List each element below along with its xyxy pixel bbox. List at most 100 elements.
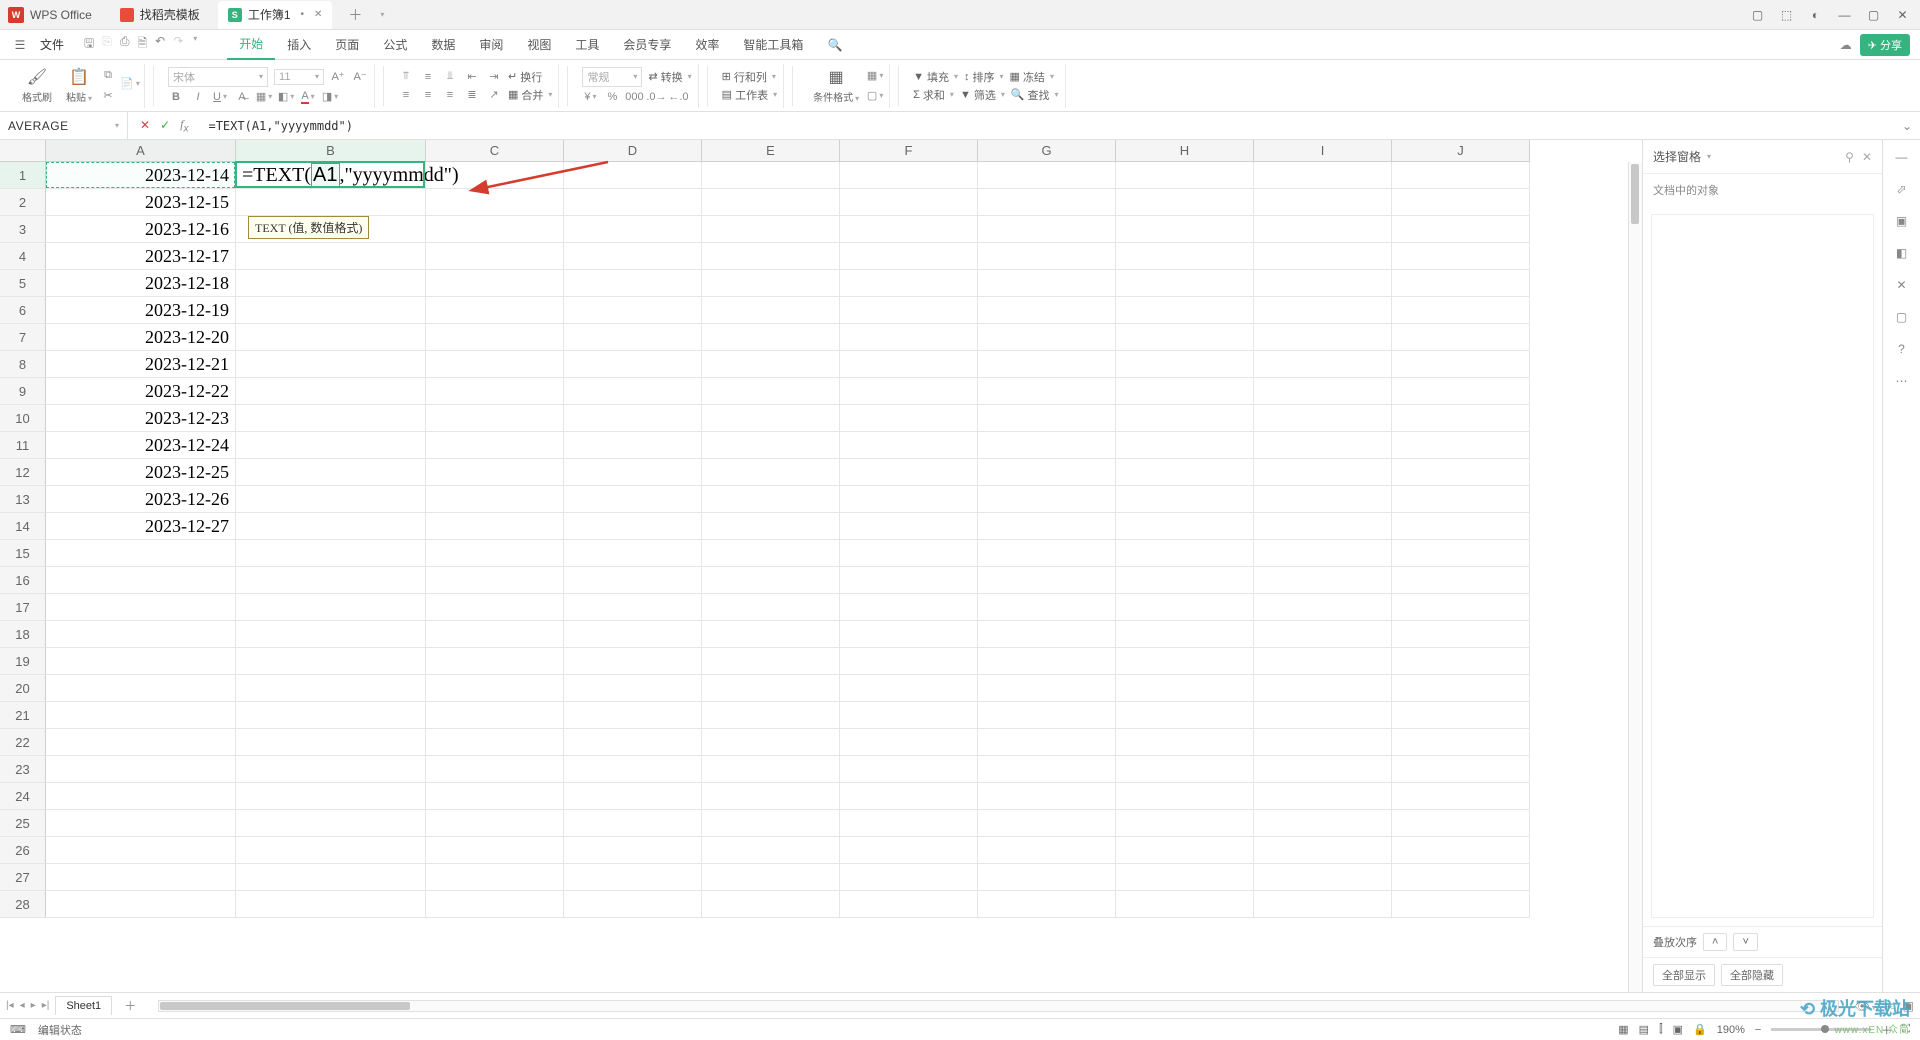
sum-button[interactable]: Σ求和▾ xyxy=(913,87,954,103)
column-header[interactable]: C xyxy=(426,140,564,162)
cell[interactable]: 2023-12-26 xyxy=(46,486,236,513)
cell[interactable] xyxy=(1254,162,1392,189)
cell[interactable] xyxy=(1392,540,1530,567)
grid-view-icon[interactable]: ▣ xyxy=(1673,1023,1683,1036)
cell[interactable] xyxy=(46,837,236,864)
font-increase-icon[interactable]: A⁺ xyxy=(330,69,346,85)
cell[interactable] xyxy=(46,729,236,756)
cell[interactable] xyxy=(426,621,564,648)
align-right-icon[interactable]: ≡ xyxy=(442,87,458,103)
cell[interactable] xyxy=(236,351,426,378)
cell[interactable] xyxy=(840,864,978,891)
cell[interactable] xyxy=(426,594,564,621)
align-middle-icon[interactable]: ≡ xyxy=(420,69,436,85)
row-header[interactable]: 12 xyxy=(0,459,46,486)
column-header[interactable]: I xyxy=(1254,140,1392,162)
cell[interactable] xyxy=(236,648,426,675)
help-icon[interactable]: ? xyxy=(1898,342,1905,356)
cell[interactable] xyxy=(978,486,1116,513)
cell[interactable] xyxy=(1254,378,1392,405)
avatar-icon[interactable]: ◐ xyxy=(1808,7,1823,22)
cell[interactable] xyxy=(564,540,702,567)
cell[interactable] xyxy=(978,189,1116,216)
menu-view[interactable]: 视图 xyxy=(515,30,563,60)
cell[interactable] xyxy=(426,783,564,810)
strike-icon[interactable]: A̶ xyxy=(234,89,250,105)
name-box[interactable]: AVERAGE ▾ xyxy=(0,112,128,139)
cell[interactable] xyxy=(236,891,426,918)
cell[interactable] xyxy=(46,567,236,594)
cell[interactable] xyxy=(1254,810,1392,837)
cell[interactable] xyxy=(702,324,840,351)
cell[interactable] xyxy=(1392,243,1530,270)
cell[interactable] xyxy=(1116,486,1254,513)
cell[interactable] xyxy=(426,270,564,297)
dec-inc-icon[interactable]: .0→ xyxy=(648,89,664,105)
cell[interactable] xyxy=(978,297,1116,324)
cell[interactable] xyxy=(564,729,702,756)
cell[interactable] xyxy=(840,189,978,216)
menu-smart[interactable]: 智能工具箱 xyxy=(731,30,815,60)
cell[interactable] xyxy=(46,756,236,783)
cell[interactable] xyxy=(702,351,840,378)
sheet-tab[interactable]: Sheet1 xyxy=(55,996,112,1015)
row-header[interactable]: 23 xyxy=(0,756,46,783)
cell[interactable] xyxy=(702,810,840,837)
cell[interactable] xyxy=(978,621,1116,648)
cell[interactable] xyxy=(236,594,426,621)
cell[interactable] xyxy=(1254,432,1392,459)
cell[interactable] xyxy=(702,621,840,648)
row-header[interactable]: 9 xyxy=(0,378,46,405)
cell[interactable]: 2023-12-22 xyxy=(46,378,236,405)
share-button[interactable]: ✈ 分享 xyxy=(1860,34,1910,56)
column-header[interactable]: H xyxy=(1116,140,1254,162)
currency-icon[interactable]: ¥▾ xyxy=(582,89,598,105)
cell[interactable] xyxy=(840,297,978,324)
cell[interactable] xyxy=(978,324,1116,351)
cell[interactable] xyxy=(978,459,1116,486)
cell[interactable]: 2023-12-16 xyxy=(46,216,236,243)
cell[interactable] xyxy=(1116,513,1254,540)
column-header[interactable]: B xyxy=(236,140,426,162)
cell[interactable] xyxy=(702,486,840,513)
cell[interactable] xyxy=(426,324,564,351)
cell[interactable] xyxy=(426,891,564,918)
cell[interactable] xyxy=(1254,270,1392,297)
cell[interactable] xyxy=(1392,459,1530,486)
tab-workbook[interactable]: S 工作簿1 • ✕ xyxy=(218,1,333,29)
column-header[interactable]: E xyxy=(702,140,840,162)
cell[interactable] xyxy=(426,675,564,702)
cell[interactable] xyxy=(1116,810,1254,837)
cell[interactable] xyxy=(978,594,1116,621)
cell[interactable]: 2023-12-27 xyxy=(46,513,236,540)
cell[interactable] xyxy=(564,648,702,675)
row-header[interactable]: 27 xyxy=(0,864,46,891)
cell[interactable] xyxy=(564,567,702,594)
cell[interactable] xyxy=(236,189,426,216)
review-icon[interactable]: ▢ xyxy=(1896,310,1907,324)
cell[interactable] xyxy=(702,648,840,675)
cell[interactable]: 2023-12-14 xyxy=(46,162,236,189)
cell[interactable] xyxy=(46,621,236,648)
menu-insert[interactable]: 插入 xyxy=(275,30,323,60)
cell[interactable] xyxy=(840,648,978,675)
qa-more-icon[interactable]: ▾ xyxy=(193,34,197,55)
cell[interactable] xyxy=(236,567,426,594)
column-header[interactable]: A xyxy=(46,140,236,162)
cell[interactable] xyxy=(978,270,1116,297)
tab-first-icon[interactable]: |◂ xyxy=(6,1000,14,1011)
cell[interactable] xyxy=(1116,675,1254,702)
cell[interactable] xyxy=(1116,297,1254,324)
cell[interactable] xyxy=(236,324,426,351)
cell[interactable] xyxy=(564,351,702,378)
row-header[interactable]: 3 xyxy=(0,216,46,243)
cell[interactable] xyxy=(1392,810,1530,837)
cell[interactable] xyxy=(236,864,426,891)
cell[interactable] xyxy=(978,729,1116,756)
cell[interactable] xyxy=(978,891,1116,918)
font-size-select[interactable]: 11▾ xyxy=(274,69,324,85)
cell[interactable] xyxy=(1254,891,1392,918)
cell[interactable] xyxy=(1392,648,1530,675)
cell[interactable] xyxy=(426,513,564,540)
orientation-icon[interactable]: ↗ xyxy=(486,87,502,103)
